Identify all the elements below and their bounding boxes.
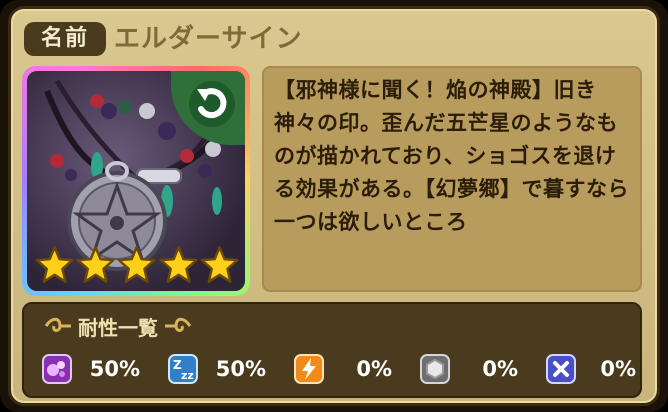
resistance-value-cross: 0%: [600, 357, 636, 381]
name-label-tag: 名前: [24, 22, 106, 56]
resistance-value-hexagon: 0%: [482, 357, 518, 381]
item-card-inner: [27, 71, 245, 291]
item-detail-window: 名前 エルダーサイン 【邪神様に聞く！焔の神殿】旧き神々の印。歪んだ五芒星のよう…: [0, 0, 668, 412]
resistance-title: 耐性一覧: [78, 315, 158, 340]
resistance-panel: 耐性一覧 50% Z zz 50% 0% 0% 0%: [22, 302, 642, 398]
resistance-header: 耐性一覧: [44, 310, 192, 342]
poison-icon: [42, 354, 72, 384]
resistance-value-poison: 50%: [89, 357, 140, 381]
flourish-right-icon: [165, 317, 192, 332]
star-icon: [159, 246, 198, 283]
cross-icon: [546, 354, 576, 384]
item-name: エルダーサイン: [114, 24, 303, 54]
star-icon: [35, 246, 74, 283]
star-icon: [200, 246, 239, 283]
rarity-stars: [35, 245, 239, 283]
star-icon: [118, 246, 156, 283]
sleep-icon: Z zz: [168, 354, 198, 384]
svg-text:zz: zz: [181, 369, 194, 382]
item-card[interactable]: [22, 66, 250, 296]
resistance-list: 50% Z zz 50% 0% 0% 0%: [36, 350, 636, 390]
resistance-value-sleep: 50%: [215, 357, 266, 381]
hexagon-icon: [420, 354, 450, 384]
refresh-icon: [189, 81, 235, 127]
item-description: 【邪神様に聞く！焔の神殿】旧き神々の印。歪んだ五芒星のようなものが描かれており、…: [262, 66, 642, 292]
flourish-left-icon: [44, 317, 71, 332]
resistance-value-lightning: 0%: [356, 357, 392, 381]
lightning-icon: [294, 354, 324, 384]
star-icon: [76, 246, 115, 283]
